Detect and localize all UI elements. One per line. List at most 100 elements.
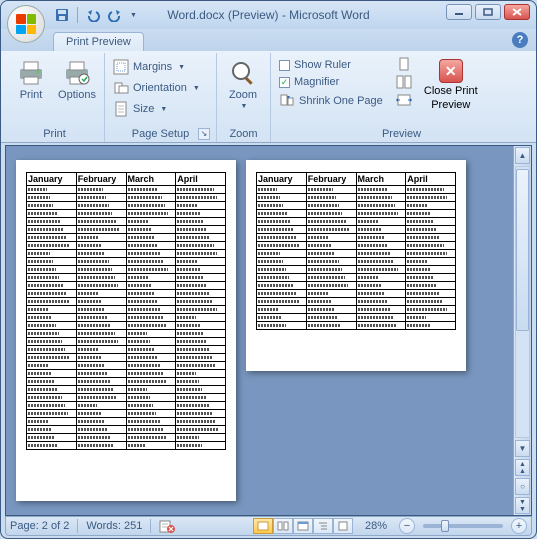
options-button[interactable]: Options <box>55 55 99 105</box>
view-buttons <box>253 518 353 534</box>
two-pages-icon <box>395 75 413 91</box>
page-width-button[interactable] <box>395 93 413 109</box>
checkbox-unchecked-icon <box>279 60 290 71</box>
zoom-button[interactable]: Zoom ▼ <box>221 55 265 114</box>
group-zoom: Zoom ▼ Zoom <box>217 53 271 142</box>
scroll-track[interactable] <box>515 166 530 438</box>
view-outline-button[interactable] <box>313 518 333 534</box>
margins-icon <box>113 59 129 75</box>
show-ruler-checkbox[interactable]: Show Ruler <box>275 57 387 73</box>
two-pages-button[interactable] <box>395 75 413 91</box>
orientation-icon <box>113 80 129 96</box>
group-page-setup-label: Page Setup ↘ <box>109 127 212 142</box>
scroll-up-button[interactable]: ▲ <box>515 147 530 164</box>
document-table-1: JanuaryFebruaryMarchApril <box>26 172 226 450</box>
draft-icon <box>337 521 349 531</box>
office-button[interactable] <box>7 5 45 43</box>
maximize-icon <box>483 8 493 16</box>
magnifier-icon <box>229 59 257 87</box>
print-label: Print <box>20 89 43 101</box>
view-draft-button[interactable] <box>333 518 353 534</box>
close-preview-label-1: Close Print <box>424 85 478 97</box>
group-print: Print Options Print <box>5 53 105 142</box>
scroll-down-button[interactable]: ▼ <box>515 440 530 457</box>
qat-undo-button[interactable] <box>84 6 102 24</box>
group-preview-label: Preview <box>275 127 528 142</box>
workspace: JanuaryFebruaryMarchApril JanuaryFebruar… <box>5 145 532 516</box>
one-page-icon <box>395 57 413 73</box>
page-width-icon <box>395 93 413 109</box>
outline-icon <box>317 521 329 531</box>
one-page-button[interactable] <box>395 57 413 73</box>
printer-icon <box>16 59 46 87</box>
web-layout-icon <box>297 521 309 531</box>
browse-object-button[interactable]: ○ <box>515 478 530 495</box>
save-icon <box>55 8 69 22</box>
shrink-one-page-button[interactable]: Shrink One Page <box>275 91 387 111</box>
page-preview-area[interactable]: JanuaryFebruaryMarchApril JanuaryFebruar… <box>6 146 513 515</box>
qat-redo-button[interactable] <box>106 6 124 24</box>
close-icon: ✕ <box>439 59 463 83</box>
zoom-out-button[interactable]: − <box>399 518 415 534</box>
group-preview: Show Ruler ✓ Magnifier Shrink One Page ✕… <box>271 53 532 142</box>
close-window-button[interactable] <box>504 4 530 20</box>
full-screen-icon <box>277 521 289 531</box>
page-2: JanuaryFebruaryMarchApril <box>246 160 466 371</box>
office-logo-icon <box>16 14 36 34</box>
page-setup-dialog-launcher[interactable]: ↘ <box>198 128 210 140</box>
status-words[interactable]: Words: 251 <box>86 520 142 532</box>
zoom-level[interactable]: 28% <box>365 520 387 532</box>
ribbon: Print Options Print Margins▼ Orientation… <box>1 51 536 143</box>
status-separator <box>150 519 151 533</box>
view-fullscreen-button[interactable] <box>273 518 293 534</box>
checkbox-checked-icon: ✓ <box>279 77 290 88</box>
browse-prev-button[interactable]: ▲▲ <box>515 459 530 476</box>
margins-button[interactable]: Margins▼ <box>109 57 204 77</box>
close-print-preview-button[interactable]: ✕ Close Print Preview <box>421 55 481 115</box>
group-page-setup: Margins▼ Orientation▼ Size▼ Page Setup ↘ <box>105 53 217 142</box>
scroll-thumb[interactable] <box>516 169 529 331</box>
ribbon-tab-row: Print Preview ? <box>1 29 536 51</box>
zoom-slider-thumb[interactable] <box>441 520 449 532</box>
zoom-label: Zoom <box>229 89 257 101</box>
document-table-2: JanuaryFebruaryMarchApril <box>256 172 456 330</box>
chevron-down-icon: ▼ <box>241 103 248 110</box>
quick-access-toolbar: ▼ <box>53 6 137 24</box>
tab-print-preview[interactable]: Print Preview <box>53 32 144 51</box>
magnifier-checkbox[interactable]: ✓ Magnifier <box>275 74 387 90</box>
maximize-button[interactable] <box>475 4 501 20</box>
page-size-icon <box>113 101 129 117</box>
minimize-button[interactable] <box>446 4 472 20</box>
printer-options-icon <box>62 59 92 87</box>
options-label: Options <box>58 89 96 101</box>
help-button[interactable]: ? <box>512 32 528 48</box>
size-button[interactable]: Size▼ <box>109 99 204 119</box>
page-1: JanuaryFebruaryMarchApril <box>16 160 236 501</box>
shrink-page-icon <box>279 93 295 109</box>
title-bar: ▼ Word.docx (Preview) - Microsoft Word <box>1 1 536 29</box>
status-separator <box>77 519 78 533</box>
view-web-button[interactable] <box>293 518 313 534</box>
zoom-in-button[interactable]: + <box>511 518 527 534</box>
proofing-button[interactable] <box>159 519 175 533</box>
chevron-down-icon: ▼ <box>160 106 167 113</box>
group-zoom-label: Zoom <box>221 127 266 142</box>
print-button[interactable]: Print <box>9 55 53 105</box>
help-icon: ? <box>517 34 524 46</box>
minimize-icon <box>454 8 464 16</box>
view-print-layout-button[interactable] <box>253 518 273 534</box>
status-page[interactable]: Page: 2 of 2 <box>10 520 69 532</box>
undo-icon <box>86 8 100 22</box>
close-preview-label-2: Preview <box>431 99 470 111</box>
vertical-scrollbar[interactable]: ▲ ▼ ▲▲ ○ ▼▼ <box>513 146 531 515</box>
qat-separator <box>77 7 78 23</box>
close-icon <box>512 8 522 16</box>
qat-customize-dropdown[interactable]: ▼ <box>130 12 137 19</box>
chevron-down-icon: ▼ <box>193 85 200 92</box>
qat-save-button[interactable] <box>53 6 71 24</box>
orientation-button[interactable]: Orientation▼ <box>109 78 204 98</box>
redo-icon <box>108 8 122 22</box>
browse-next-button[interactable]: ▼▼ <box>515 497 530 514</box>
proofing-icon <box>159 519 175 533</box>
zoom-slider[interactable] <box>423 524 503 528</box>
